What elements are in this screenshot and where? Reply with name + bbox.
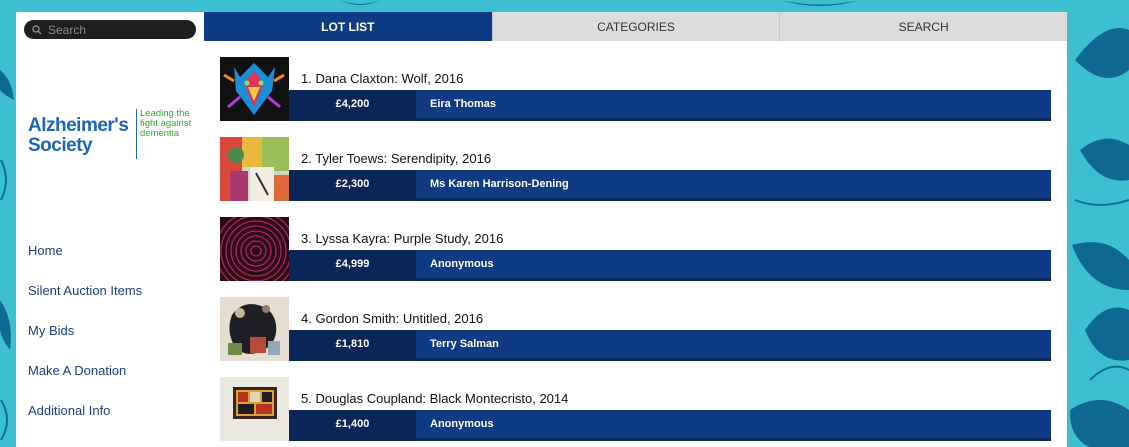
lot-item[interactable]: 5. Douglas Coupland: Black Montecristo, … <box>220 377 1051 441</box>
lot-top-bidder: Ms Karen Harrison-Dening <box>430 178 569 190</box>
nav-item-additional-info[interactable]: Additional Info <box>28 402 142 442</box>
lot-current-bid: £4,200 <box>289 90 416 118</box>
lot-thumbnail-serendipity[interactable] <box>220 137 289 201</box>
lot-bid-bar: £1,400 Anonymous <box>289 410 1051 441</box>
tab-search[interactable]: SEARCH <box>779 12 1067 41</box>
lot-item[interactable]: 4. Gordon Smith: Untitled, 2016 £1,810 T… <box>220 297 1051 361</box>
alzheimers-society-logo[interactable]: Alzheimer's Society Leading the fight ag… <box>28 107 198 162</box>
nav-item-make-a-donation[interactable]: Make A Donation <box>28 362 142 402</box>
logo-name-line2: Society <box>28 135 93 156</box>
lot-current-bid: £4,999 <box>289 250 416 278</box>
tab-bar: LOT LIST CATEGORIES SEARCH <box>204 12 1067 41</box>
lot-title[interactable]: 2. Tyler Toews: Serendipity, 2016 <box>301 151 491 166</box>
lot-thumbnail-purple-study[interactable] <box>220 217 289 281</box>
lot-bid-bar: £4,999 Anonymous <box>289 250 1051 281</box>
search-box[interactable] <box>24 20 196 39</box>
lot-thumbnail-untitled[interactable] <box>220 297 289 361</box>
lot-bid-bar: £4,200 Eira Thomas <box>289 90 1051 121</box>
logo-tagline: Leading the fight against dementia <box>140 109 191 139</box>
lot-bid-bar: £2,300 Ms Karen Harrison-Dening <box>289 170 1051 201</box>
lot-title[interactable]: 5. Douglas Coupland: Black Montecristo, … <box>301 391 568 406</box>
lot-list: 1. Dana Claxton: Wolf, 2016 £4,200 Eira … <box>204 41 1067 447</box>
sidebar-nav: Home Silent Auction Items My Bids Make A… <box>28 242 142 442</box>
lot-item[interactable]: 3. Lyssa Kayra: Purple Study, 2016 £4,99… <box>220 217 1051 281</box>
lot-thumbnail-black-montecristo[interactable] <box>220 377 289 441</box>
lot-current-bid: £1,400 <box>289 410 416 438</box>
logo-wordmark: Alzheimer's Society <box>28 115 129 156</box>
lot-current-bid: £2,300 <box>289 170 416 198</box>
lot-current-bid: £1,810 <box>289 330 416 358</box>
lot-top-bidder: Eira Thomas <box>430 98 497 110</box>
tab-categories[interactable]: CATEGORIES <box>491 12 780 41</box>
lot-thumbnail-wolf[interactable] <box>220 57 289 121</box>
logo-divider <box>136 109 137 159</box>
lot-title[interactable]: 4. Gordon Smith: Untitled, 2016 <box>301 311 483 326</box>
lot-title[interactable]: 1. Dana Claxton: Wolf, 2016 <box>301 71 463 86</box>
search-input[interactable] <box>48 22 188 37</box>
search-icon <box>32 23 46 37</box>
nav-item-home[interactable]: Home <box>28 242 142 282</box>
nav-item-my-bids[interactable]: My Bids <box>28 322 142 362</box>
lot-item[interactable]: 1. Dana Claxton: Wolf, 2016 £4,200 Eira … <box>220 57 1051 121</box>
sidebar: Alzheimer's Society Leading the fight ag… <box>16 12 204 447</box>
tab-lot-list[interactable]: LOT LIST <box>204 12 492 41</box>
logo-tagline-line3: dementia <box>140 128 180 139</box>
lot-top-bidder: Terry Salman <box>430 338 499 350</box>
lot-bid-bar: £1,810 Terry Salman <box>289 330 1051 361</box>
lot-top-bidder: Anonymous <box>430 258 494 270</box>
lot-top-bidder: Anonymous <box>430 418 494 430</box>
lot-title[interactable]: 3. Lyssa Kayra: Purple Study, 2016 <box>301 231 503 246</box>
logo-name-line1: Alzheimer's <box>28 115 129 136</box>
nav-item-silent-auction-items[interactable]: Silent Auction Items <box>28 282 142 322</box>
lot-item[interactable]: 2. Tyler Toews: Serendipity, 2016 £2,300… <box>220 137 1051 201</box>
